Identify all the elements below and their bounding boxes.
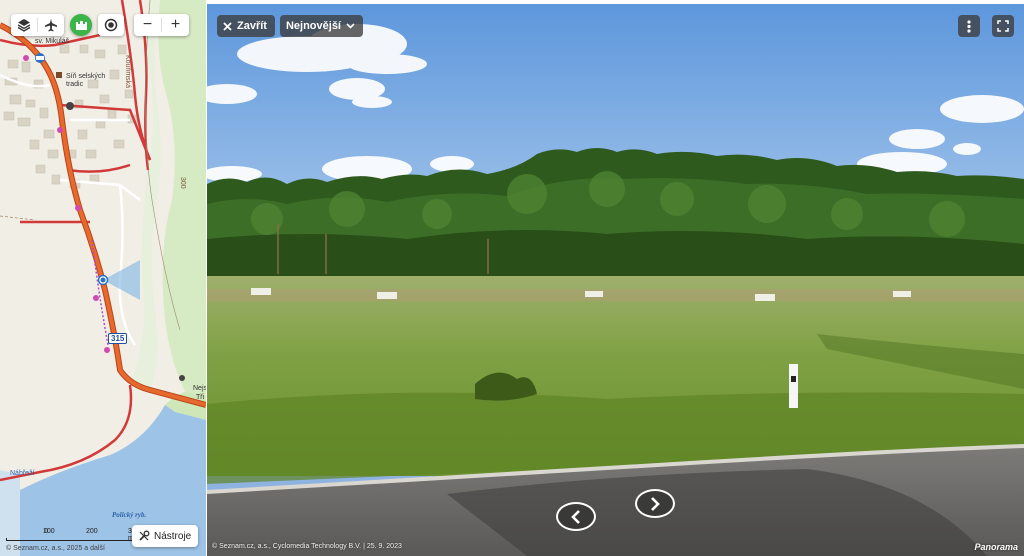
chevron-down-icon [346,23,355,29]
navigate-back-button[interactable] [556,502,596,531]
map-type-group [11,14,64,36]
road-number-badge: 315 [108,333,128,344]
zoom-controls: − + [134,14,189,36]
panorama-view[interactable]: Zavřít Nejnovější © Seznam.cz, a.s., Cyc… [207,4,1024,556]
scale-bar: 0 100 200 300 m [6,528,141,542]
street-label: Kouřimská [124,55,131,89]
panorama-logo: Panorama [974,542,1018,552]
panorama-copyright[interactable]: © Seznam.cz, a.s., Cyclomedia Technology… [212,543,402,550]
church-label: sv. Mikuláš [35,38,70,45]
edge-label-2: Tři [196,394,205,401]
layers-button[interactable] [11,14,37,36]
edge-label-1: Nejs [193,385,206,392]
zoom-in-button[interactable]: + [162,14,189,36]
my-location-button[interactable] [98,14,124,36]
castle-icon [75,21,87,30]
more-vertical-icon [967,19,971,33]
zoom-out-button[interactable]: − [134,14,161,36]
chevron-left-icon [571,509,580,524]
aerial-button[interactable] [38,14,64,36]
tools-icon [139,530,150,541]
close-label: Zavřít [237,20,267,32]
date-dropdown-label: Nejnovější [285,20,341,32]
bottom-street-label: Nábřeží [10,470,35,477]
panorama-top-right-controls [958,15,1014,37]
layers-icon [17,19,31,32]
panorama-scene[interactable] [207,4,1024,556]
close-icon [223,21,232,31]
hall-label-line2: tradic [66,81,84,88]
close-button[interactable]: Zavřít [217,15,275,37]
scale-tick-200: 200 [86,528,98,535]
map-copyright[interactable]: © Seznam.cz, a.s., 2025 a další [6,545,105,552]
tools-button[interactable]: Nástroje [132,525,199,547]
plane-icon [45,19,57,32]
tourist-layer-button[interactable] [70,14,92,36]
contour-label: 300 [179,177,186,189]
location-icon [104,18,118,32]
fullscreen-button[interactable] [992,15,1014,37]
tools-label: Nástroje [154,530,192,542]
hall-label-line1: Síň selských [66,73,106,80]
panorama-top-controls: Zavřít Nejnovější [217,15,363,37]
map-panel[interactable]: sv. Mikuláš Síň selských tradic Kouřimsk… [0,0,206,556]
fullscreen-icon [997,20,1009,32]
navigate-forward-button[interactable] [635,489,675,518]
pond-label: Polický ryb. [112,511,147,519]
map-toolbar: − + [11,14,189,36]
app-window: sv. Mikuláš Síň selských tradic Kouřimsk… [0,0,1024,556]
scale-tick-100: 100 [43,528,55,535]
chevron-right-icon [651,496,660,511]
date-dropdown[interactable]: Nejnovější [279,15,363,37]
more-options-button[interactable] [958,15,980,37]
